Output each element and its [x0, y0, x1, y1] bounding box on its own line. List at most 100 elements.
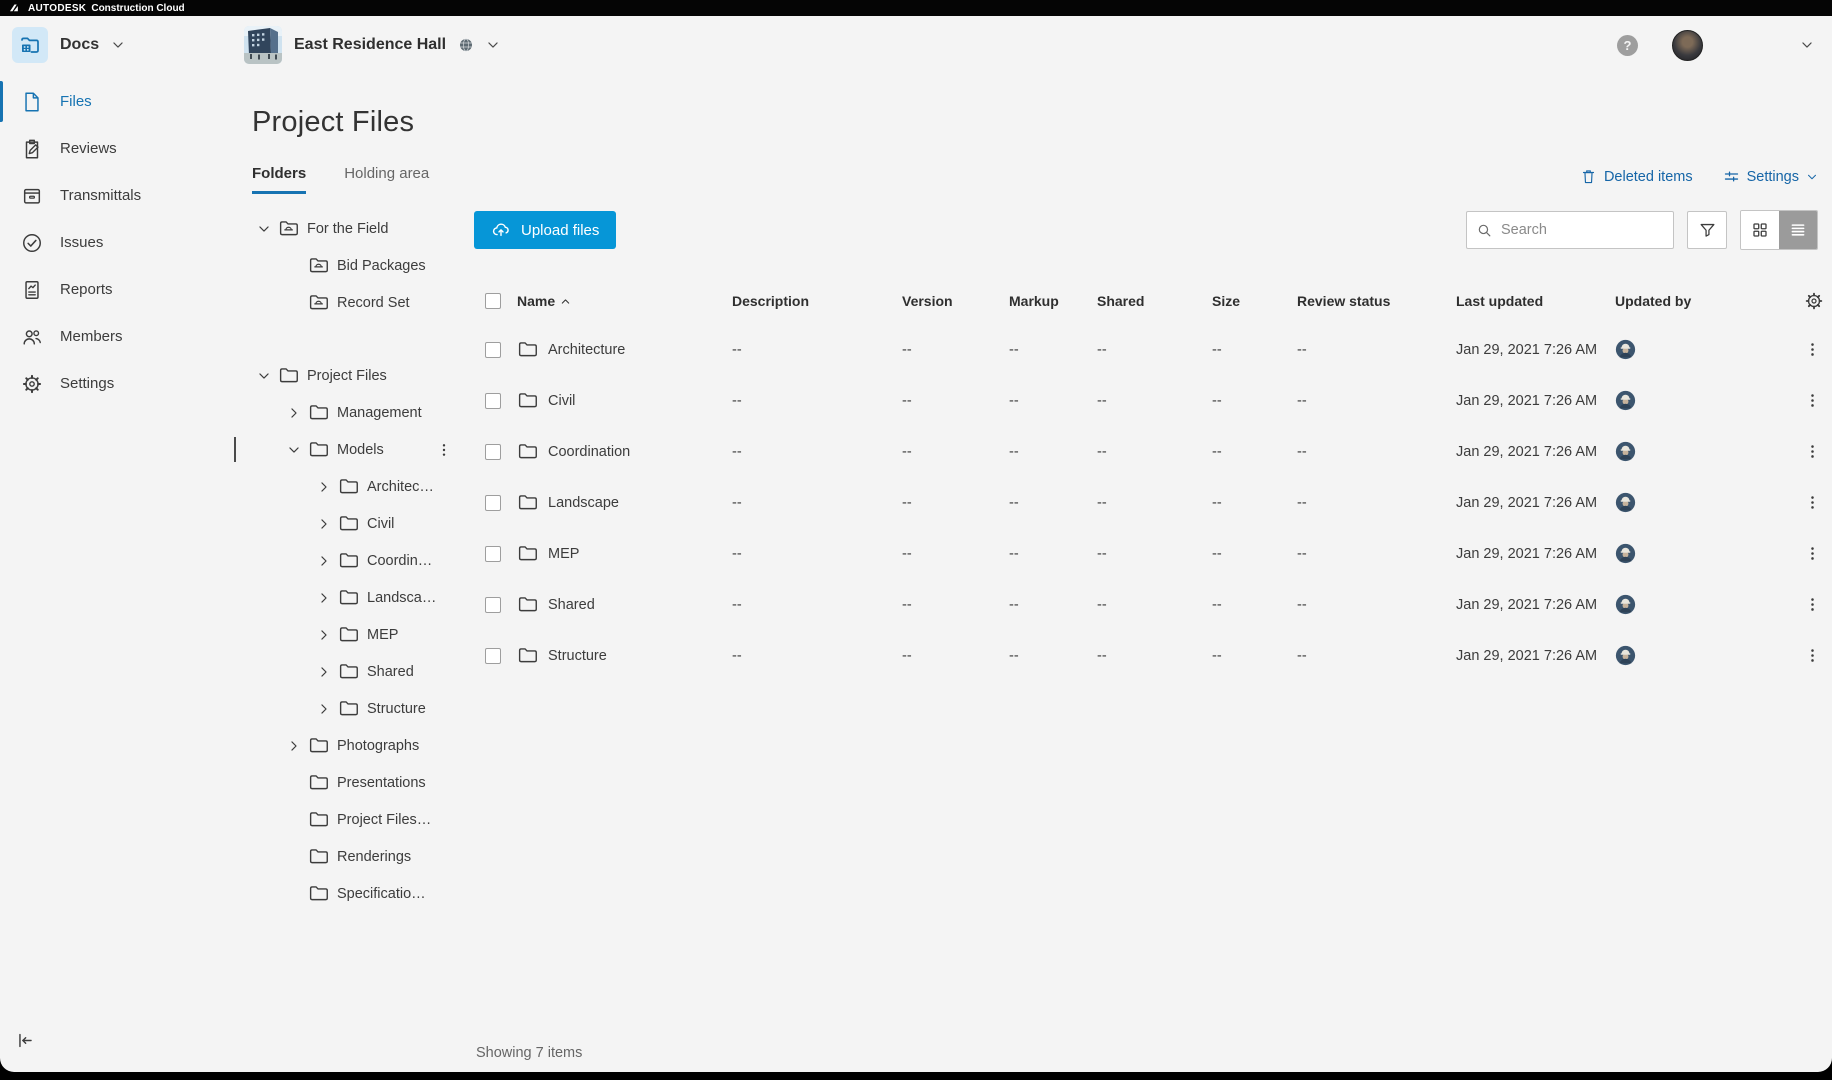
- column-header-name[interactable]: Name: [517, 293, 732, 309]
- cell-size: --: [1212, 648, 1297, 664]
- table-row[interactable]: Landscape -- -- -- -- -- -- Jan 29, 2021…: [474, 477, 1818, 528]
- row-checkbox[interactable]: [485, 546, 501, 562]
- cell-last-updated: Jan 29, 2021 7:26 AM: [1456, 546, 1615, 562]
- tab-folders[interactable]: Folders: [252, 165, 306, 194]
- chevron-right-icon[interactable]: [312, 623, 336, 647]
- tree-item-bid-packages[interactable]: Bid Packages: [252, 247, 474, 284]
- select-all-checkbox[interactable]: [485, 293, 501, 309]
- table-header: Name Description Version Markup Shared S…: [474, 278, 1818, 324]
- tree-item-presentations[interactable]: Presentations: [252, 764, 474, 801]
- column-header-markup[interactable]: Markup: [1009, 293, 1097, 309]
- project-switcher[interactable]: East Residence Hall: [244, 26, 500, 64]
- tree-item-for-the-field[interactable]: For the Field: [252, 210, 474, 247]
- chevron-right-icon[interactable]: [312, 660, 336, 684]
- upload-files-button[interactable]: Upload files: [474, 211, 616, 249]
- tree-item-project-files-2[interactable]: Project Files…: [252, 801, 474, 838]
- column-header-version[interactable]: Version: [902, 293, 1009, 309]
- collapse-sidebar-icon[interactable]: [16, 1031, 35, 1050]
- kebab-menu-icon[interactable]: [1804, 545, 1821, 562]
- row-checkbox[interactable]: [485, 393, 501, 409]
- kebab-menu-icon[interactable]: [1804, 596, 1821, 613]
- table-row[interactable]: MEP -- -- -- -- -- -- Jan 29, 2021 7:26 …: [474, 528, 1818, 579]
- tree-item-structure[interactable]: Structure: [252, 690, 474, 727]
- tree-item-record-set[interactable]: Record Set: [252, 284, 474, 321]
- settings-menu-link[interactable]: Settings: [1723, 168, 1818, 185]
- row-checkbox[interactable]: [485, 444, 501, 460]
- sidebar-item-settings[interactable]: Settings: [0, 360, 244, 407]
- sidebar-item-members[interactable]: Members: [0, 313, 244, 360]
- tree-item-photographs[interactable]: Photographs: [252, 727, 474, 764]
- autodesk-logo-icon: [10, 3, 23, 13]
- chevron-right-icon[interactable]: [312, 475, 336, 499]
- help-icon[interactable]: ?: [1617, 35, 1638, 56]
- tab-holding-area[interactable]: Holding area: [344, 165, 429, 194]
- chevron-down-icon[interactable]: [252, 364, 276, 388]
- table-row[interactable]: Civil -- -- -- -- -- -- Jan 29, 2021 7:2…: [474, 375, 1818, 426]
- table-row[interactable]: Shared -- -- -- -- -- -- Jan 29, 2021 7:…: [474, 579, 1818, 630]
- cell-markup: --: [1009, 495, 1097, 511]
- row-checkbox[interactable]: [485, 342, 501, 358]
- kebab-menu-icon[interactable]: [1804, 647, 1821, 664]
- folder-name-cell[interactable]: MEP: [517, 543, 732, 564]
- tree-item-civil[interactable]: Civil: [252, 505, 474, 542]
- table-row[interactable]: Architecture -- -- -- -- -- -- Jan 29, 2…: [474, 324, 1818, 375]
- column-header-size[interactable]: Size: [1212, 293, 1297, 309]
- tree-item-architecture[interactable]: Architec…: [252, 468, 474, 505]
- chevron-down-icon[interactable]: [111, 38, 125, 52]
- column-header-updated-by[interactable]: Updated by: [1615, 293, 1804, 309]
- column-header-description[interactable]: Description: [732, 293, 902, 309]
- filter-button[interactable]: [1687, 211, 1727, 249]
- tree-item-specifications[interactable]: Specificatio…: [252, 875, 474, 912]
- sidebar-item-files[interactable]: Files: [0, 78, 244, 125]
- chevron-right-icon[interactable]: [312, 549, 336, 573]
- column-settings-gear-icon[interactable]: [1804, 291, 1824, 311]
- sidebar-item-issues[interactable]: Issues: [0, 219, 244, 266]
- kebab-menu-icon[interactable]: [436, 442, 452, 458]
- row-checkbox[interactable]: [485, 648, 501, 664]
- kebab-menu-icon[interactable]: [1804, 443, 1821, 460]
- table-row[interactable]: Coordination -- -- -- -- -- -- Jan 29, 2…: [474, 426, 1818, 477]
- list-view-button[interactable]: [1779, 211, 1817, 249]
- folder-name-cell[interactable]: Civil: [517, 390, 732, 411]
- chevron-right-icon[interactable]: [282, 734, 306, 758]
- folder-name-cell[interactable]: Architecture: [517, 339, 732, 360]
- cell-version: --: [902, 342, 1009, 358]
- kebab-menu-icon[interactable]: [1804, 392, 1821, 409]
- chevron-down-icon[interactable]: [486, 38, 500, 52]
- sidebar-item-reports[interactable]: Reports: [0, 266, 244, 313]
- tree-item-landscape[interactable]: Landsca…: [252, 579, 474, 616]
- tree-item-mep[interactable]: MEP: [252, 616, 474, 653]
- kebab-menu-icon[interactable]: [1804, 494, 1821, 511]
- folder-name-cell[interactable]: Shared: [517, 594, 732, 615]
- chevron-down-icon[interactable]: [252, 217, 276, 241]
- folder-name-cell[interactable]: Structure: [517, 645, 732, 666]
- column-header-last-updated[interactable]: Last updated: [1456, 293, 1615, 309]
- chevron-down-icon[interactable]: [1800, 38, 1814, 52]
- chevron-right-icon[interactable]: [312, 512, 336, 536]
- chevron-right-icon[interactable]: [312, 586, 336, 610]
- chevron-right-icon[interactable]: [282, 401, 306, 425]
- tree-item-management[interactable]: Management: [252, 394, 474, 431]
- tree-item-shared[interactable]: Shared: [252, 653, 474, 690]
- folder-name-cell[interactable]: Landscape: [517, 492, 732, 513]
- column-header-shared[interactable]: Shared: [1097, 293, 1212, 309]
- row-checkbox[interactable]: [485, 495, 501, 511]
- search-input[interactable]: [1501, 222, 1664, 238]
- chevron-down-icon[interactable]: [282, 438, 306, 462]
- tree-item-renderings[interactable]: Renderings: [252, 838, 474, 875]
- sidebar-item-reviews[interactable]: Reviews: [0, 125, 244, 172]
- tree-item-project-files[interactable]: Project Files: [252, 357, 474, 394]
- app-switcher[interactable]: Docs: [0, 27, 244, 63]
- chevron-right-icon[interactable]: [312, 697, 336, 721]
- deleted-items-link[interactable]: Deleted items: [1580, 168, 1693, 185]
- user-avatar[interactable]: [1672, 30, 1703, 61]
- row-checkbox[interactable]: [485, 597, 501, 613]
- sidebar-item-transmittals[interactable]: Transmittals: [0, 172, 244, 219]
- tree-item-coordination[interactable]: Coordin…: [252, 542, 474, 579]
- folder-name-cell[interactable]: Coordination: [517, 441, 732, 462]
- grid-view-button[interactable]: [1741, 211, 1779, 249]
- column-header-review-status[interactable]: Review status: [1297, 293, 1456, 309]
- tree-item-models[interactable]: Models: [252, 431, 474, 468]
- table-row[interactable]: Structure -- -- -- -- -- -- Jan 29, 2021…: [474, 630, 1818, 681]
- kebab-menu-icon[interactable]: [1804, 341, 1821, 358]
